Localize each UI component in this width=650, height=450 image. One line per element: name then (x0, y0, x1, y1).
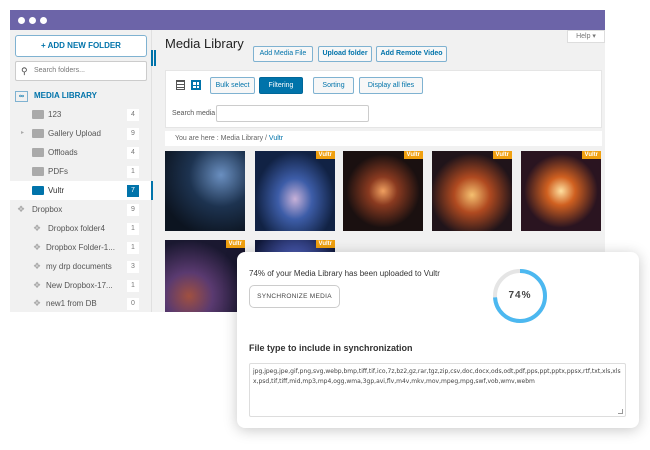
folder-count: 9 (127, 128, 139, 140)
folder-count: 1 (127, 242, 139, 254)
sync-panel: 74% of your Media Library has been uploa… (237, 252, 639, 428)
help-button[interactable]: Help ▾ (567, 30, 605, 43)
dropbox-root[interactable]: ❖ Dropbox 9 (10, 200, 151, 219)
folder-icon (32, 129, 44, 138)
bulk-select-button[interactable]: Bulk select (210, 77, 255, 94)
sync-percent: 74% (508, 290, 532, 301)
file-type-title: File type to include in synchronization (249, 343, 413, 353)
media-thumbnail[interactable]: Vultr (255, 151, 335, 231)
folder-count: 7 (127, 185, 139, 197)
dropbox-folder-item[interactable]: ❖ Dropbox folder4 1 (10, 219, 151, 238)
vultr-badge: Vultr (225, 240, 245, 248)
folder-count: 1 (127, 223, 139, 235)
dropbox-icon: ❖ (17, 204, 26, 214)
media-library-icon: ∞ (15, 91, 28, 102)
folder-icon (32, 148, 44, 157)
folder-count: 9 (127, 204, 139, 216)
folder-item-offloads[interactable]: Offloads 4 (10, 143, 151, 162)
display-all-files-button[interactable]: Display all files (359, 77, 423, 94)
search-media-input[interactable] (216, 105, 369, 122)
dropbox-icon: ❖ (33, 298, 42, 308)
folder-item-vultr[interactable]: Vultr 7 (10, 181, 153, 200)
list-view-icon[interactable] (176, 80, 185, 90)
sync-status-text: 74% of your Media Library has been uploa… (249, 269, 440, 278)
add-media-file-button[interactable]: Add Media File (253, 46, 313, 62)
add-remote-video-button[interactable]: Add Remote Video (376, 46, 447, 62)
file-types-textarea[interactable]: jpg,jpeg,jpe,gif,png,svg,webp,bmp,tiff,t… (249, 363, 626, 417)
folder-icon (32, 110, 44, 119)
dropbox-icon: ❖ (33, 242, 42, 252)
expand-arrow-icon[interactable]: ▸ (21, 124, 24, 143)
media-library-root[interactable]: ∞ MEDIA LIBRARY (15, 90, 97, 102)
filtering-button[interactable]: Filtering (259, 77, 303, 94)
sidebar-resize-handle[interactable] (151, 50, 156, 66)
media-thumbnail[interactable] (165, 151, 245, 231)
media-thumbnail[interactable]: Vultr (521, 151, 601, 231)
dropbox-folder-item[interactable]: ❖ Dropbox Folder-1... 1 (10, 238, 151, 257)
folder-item-pdfs[interactable]: PDFs 1 (10, 162, 151, 181)
sorting-button[interactable]: Sorting (313, 77, 354, 94)
folder-count: 3 (127, 261, 139, 273)
breadcrumb-current[interactable]: Vultr (269, 135, 283, 142)
breadcrumb: You are here : Media Library / Vultr (165, 131, 602, 146)
vultr-badge: Vultr (315, 240, 335, 248)
folder-item-123[interactable]: 123 4 (10, 105, 151, 124)
folder-icon (32, 186, 44, 195)
title-bar (10, 10, 605, 30)
search-folders-input[interactable]: ⚲ Search folders... (15, 61, 147, 81)
folder-icon (32, 167, 44, 176)
vultr-badge: Vultr (581, 151, 601, 159)
page-title: Media Library (165, 36, 244, 51)
dropbox-folder-item[interactable]: ❖ New Dropbox-17... 1 (10, 276, 151, 295)
window-dot (29, 17, 36, 24)
window-dot (40, 17, 47, 24)
search-icon: ⚲ (21, 66, 28, 76)
folder-sidebar: + ADD NEW FOLDER ⚲ Search folders... ∞ MED… (10, 30, 153, 312)
vultr-badge: Vultr (492, 151, 512, 159)
media-thumbnail[interactable]: Vultr (343, 151, 423, 231)
add-new-folder-button[interactable]: + ADD NEW FOLDER (15, 35, 147, 57)
dropbox-icon: ❖ (33, 261, 42, 271)
folder-count: 0 (127, 298, 139, 310)
dropbox-folder-item[interactable]: ❖ new1 from DB 0 (10, 294, 151, 312)
vultr-badge: Vultr (315, 151, 335, 159)
folder-count: 4 (127, 147, 139, 159)
folder-count: 4 (127, 109, 139, 121)
window-dot (18, 17, 25, 24)
grid-view-icon[interactable] (191, 80, 201, 90)
dropbox-icon: ❖ (33, 280, 42, 290)
folder-count: 1 (127, 280, 139, 292)
upload-folder-button[interactable]: Upload folder (318, 46, 372, 62)
media-thumbnail[interactable]: Vultr (432, 151, 512, 231)
search-media-label: Search media (172, 110, 216, 117)
folder-item-gallery-upload[interactable]: ▸ Gallery Upload 9 (10, 124, 151, 143)
folder-count: 1 (127, 166, 139, 178)
dropbox-folder-item[interactable]: ❖ my drp documents 3 (10, 257, 151, 276)
media-toolbar: Bulk select Filtering Sorting Display al… (165, 70, 602, 128)
media-thumbnail[interactable]: Vultr (165, 240, 245, 312)
dropbox-icon: ❖ (33, 223, 42, 233)
synchronize-media-button[interactable]: SYNCHRONIZE MEDIA (249, 285, 340, 308)
vultr-badge: Vultr (403, 151, 423, 159)
